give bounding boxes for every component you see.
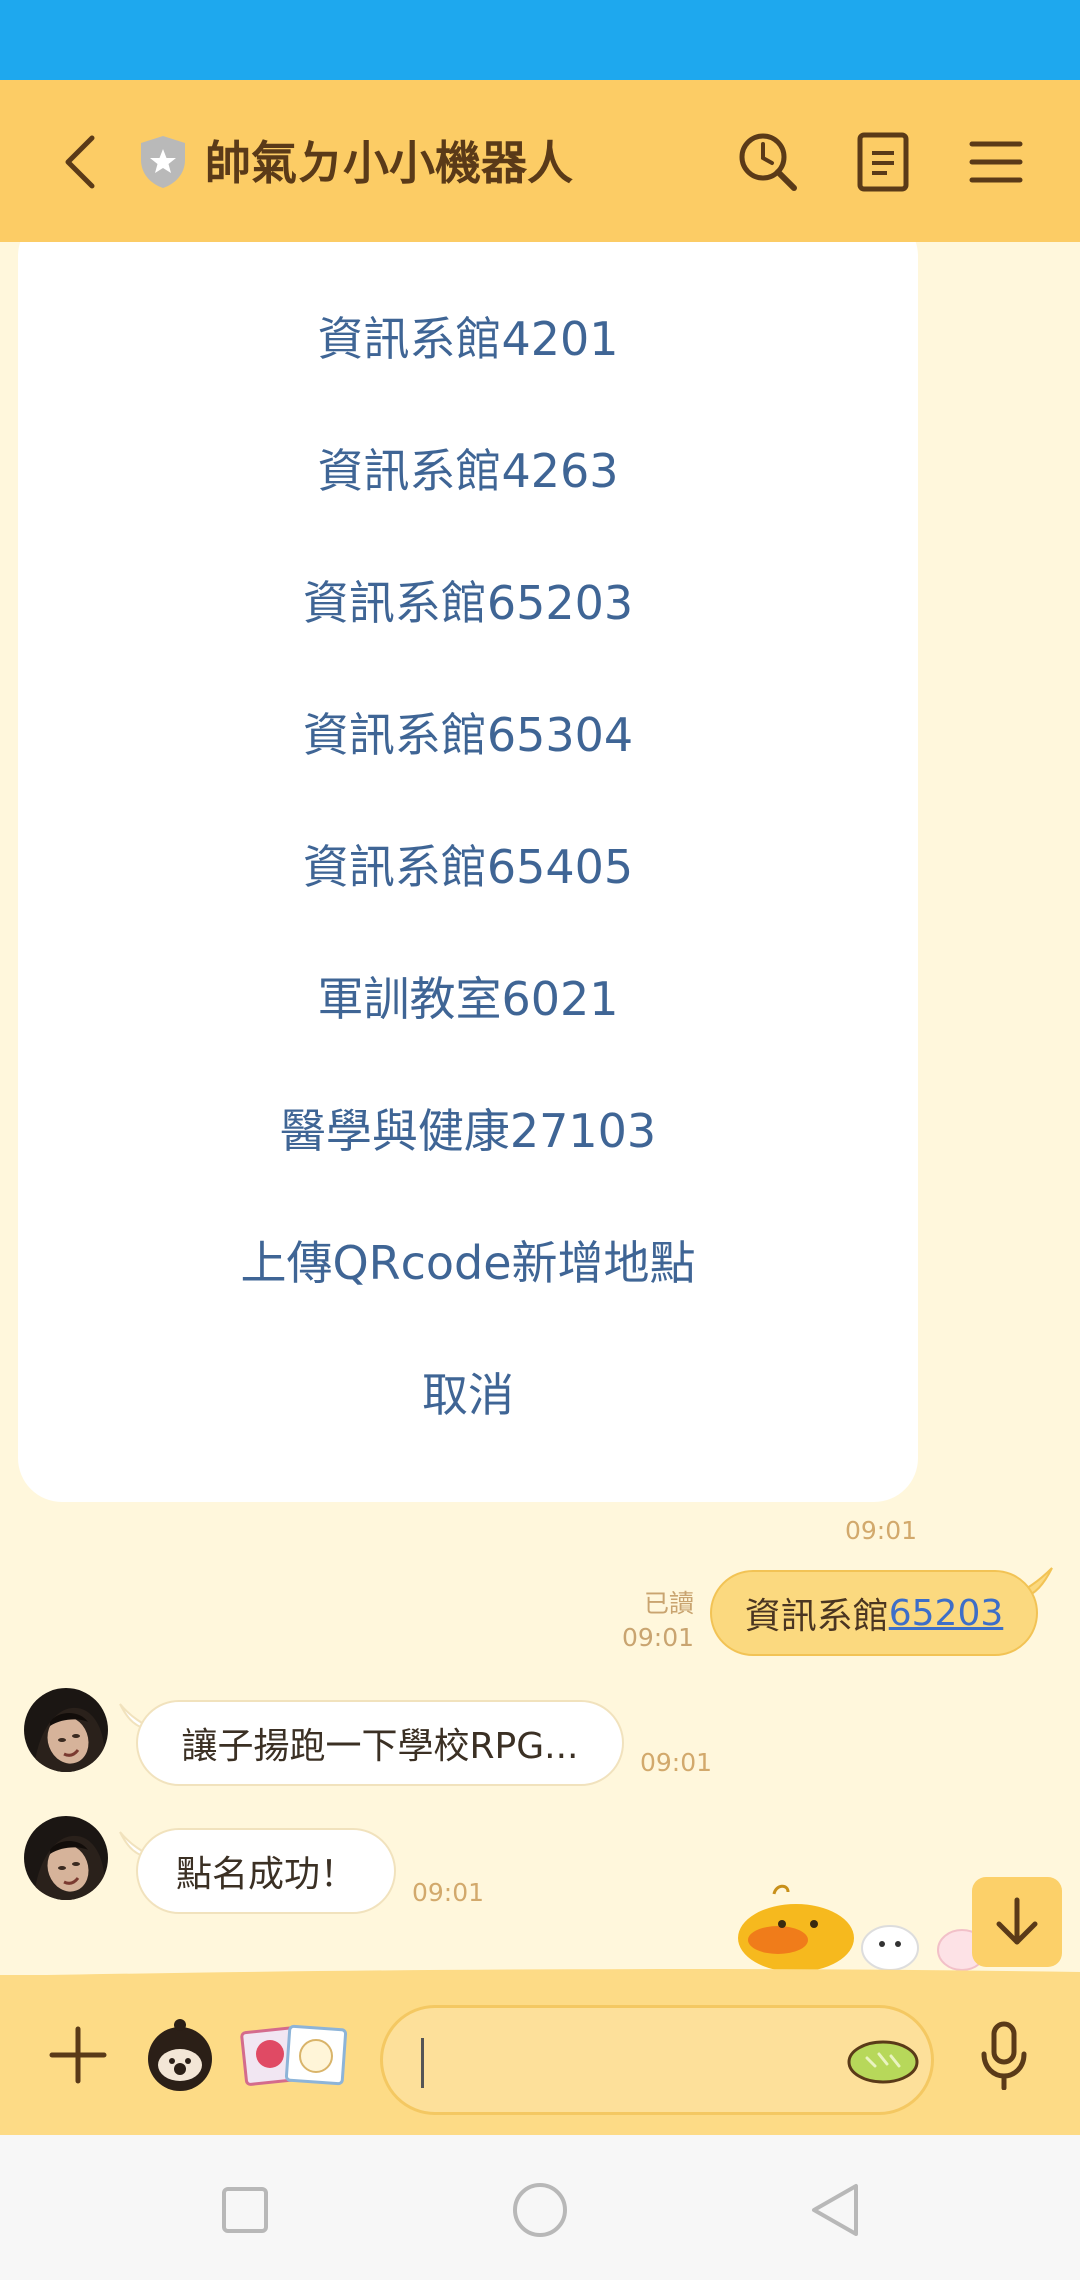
message-timestamp: 09:01	[412, 1878, 485, 1907]
notes-button[interactable]	[845, 124, 921, 200]
outgoing-message-bubble[interactable]: 資訊系館 65203	[710, 1570, 1038, 1656]
menu-item-65203[interactable]: 資訊系館65203	[18, 550, 918, 650]
recents-button[interactable]	[200, 2165, 290, 2255]
menu-item-4201[interactable]: 資訊系館4201	[18, 286, 918, 386]
back-nav-button[interactable]	[790, 2165, 880, 2255]
outgoing-time: 09:01	[621, 1623, 694, 1652]
emoji-button[interactable]	[843, 2026, 923, 2096]
outgoing-message-text: 資訊系館	[744, 1596, 889, 1637]
sticker-button[interactable]	[138, 2013, 222, 2097]
shield-icon	[138, 134, 188, 190]
recents-square-icon	[222, 2187, 268, 2233]
quick-reply-menu: 資訊系館4201 資訊系館4263 資訊系館65203 資訊系館65304 資訊…	[18, 242, 918, 1502]
chat-title: 帥氣ㄉ小小機器人	[205, 136, 573, 190]
message-input-bar	[0, 1975, 1080, 2135]
message-timestamp: 09:01	[640, 1748, 713, 1777]
photo-icon	[240, 2024, 348, 2086]
chat-area[interactable]: 資訊系館4201 資訊系館4263 資訊系館65203 資訊系館65304 資訊…	[0, 242, 1080, 1975]
incoming-message-bubble[interactable]: 點名成功！	[136, 1828, 396, 1914]
search-history-icon	[739, 133, 797, 191]
plus-icon	[49, 2026, 107, 2084]
read-receipt: 已讀 09:01	[620, 1587, 694, 1655]
message-input[interactable]	[380, 2005, 934, 2115]
avatar[interactable]	[24, 1816, 108, 1900]
back-arrow-icon	[65, 135, 95, 189]
search-history-button[interactable]	[730, 124, 806, 200]
status-bar	[0, 0, 1080, 80]
back-button[interactable]	[48, 124, 112, 200]
menu-button[interactable]	[958, 124, 1034, 200]
text-caret	[421, 2038, 424, 2088]
add-button[interactable]	[42, 2015, 114, 2095]
sticker-icon	[148, 2019, 212, 2091]
duck-sticker	[738, 1884, 987, 1972]
scroll-to-bottom-button[interactable]	[972, 1877, 1062, 1967]
read-label: 已讀	[643, 1589, 694, 1618]
incoming-message-bubble[interactable]: 讓子揚跑一下學校RPG...	[136, 1700, 624, 1786]
menu-item-65304[interactable]: 資訊系館65304	[18, 682, 918, 782]
arrow-down-icon	[996, 1897, 1038, 1945]
emoji-icon	[847, 2040, 919, 2084]
back-triangle-icon	[812, 2184, 858, 2236]
home-button[interactable]	[495, 2165, 585, 2255]
home-circle-icon	[513, 2183, 567, 2237]
microphone-icon	[981, 2021, 1027, 2090]
menu-item-6021[interactable]: 軍訓教室6021	[18, 946, 918, 1046]
outgoing-message-link[interactable]: 65203	[889, 1593, 1004, 1634]
system-navigation-bar	[0, 2135, 1080, 2280]
menu-icon	[969, 141, 1023, 183]
chat-header: 帥氣ㄉ小小機器人	[0, 80, 1080, 242]
menu-item-4263[interactable]: 資訊系館4263	[18, 418, 918, 518]
menu-item-cancel[interactable]: 取消	[18, 1342, 918, 1442]
photo-button[interactable]	[238, 2013, 350, 2097]
microphone-button[interactable]	[964, 2015, 1044, 2095]
menu-timestamp: 09:01	[845, 1516, 918, 1545]
avatar[interactable]	[24, 1688, 108, 1772]
menu-item-upload-qrcode[interactable]: 上傳QRcode新增地點	[18, 1210, 918, 1310]
menu-item-27103[interactable]: 醫學與健康27103	[18, 1078, 918, 1178]
incoming-message-text: 點名成功！	[175, 1854, 356, 1895]
incoming-message-text: 讓子揚跑一下學校RPG...	[181, 1726, 579, 1767]
notes-icon	[857, 132, 909, 192]
menu-item-65405[interactable]: 資訊系館65405	[18, 814, 918, 914]
